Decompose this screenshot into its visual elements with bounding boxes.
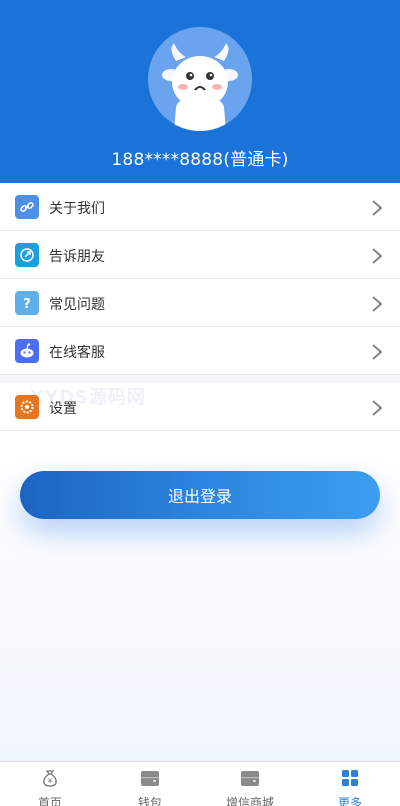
grid-icon — [342, 770, 358, 786]
chevron-right-icon — [372, 400, 383, 416]
menu-item-online-support[interactable]: 在线客服 — [0, 327, 400, 375]
tab-credit-store[interactable]: 增信商城 — [200, 762, 300, 806]
share-icon — [15, 243, 39, 267]
svg-text:¥: ¥ — [48, 777, 53, 785]
menu-item-faq[interactable]: ? 常见问题 — [0, 279, 400, 327]
wallet-icon — [141, 771, 159, 786]
phone-card-label: 188****8888(普通卡) — [111, 150, 289, 170]
tab-label: 增信商城 — [225, 796, 274, 806]
money-bag-icon: ¥ — [43, 770, 57, 787]
store-icon — [241, 771, 259, 786]
question-icon: ? — [15, 291, 39, 315]
watermark: XYDS源码网 — [30, 387, 146, 408]
chevron-right-icon — [372, 248, 383, 264]
menu-item-label: 告诉朋友 — [49, 249, 105, 265]
tab-home[interactable]: ¥ 首页 — [0, 762, 100, 806]
profile-header: 188****8888(普通卡) — [0, 0, 400, 183]
bottom-tab-bar: ¥ 首页 钱包 增信商城 更多 — [0, 761, 400, 806]
tab-label: 首页 — [37, 796, 62, 806]
section-divider — [0, 375, 400, 383]
menu-item-tell-friends[interactable]: 告诉朋友 — [0, 231, 400, 279]
tab-label: 钱包 — [137, 796, 162, 806]
chevron-right-icon — [372, 296, 383, 312]
cow-mascot-icon — [148, 27, 252, 131]
menu-item-label: 在线客服 — [49, 345, 105, 361]
menu-item-label: 关于我们 — [49, 201, 105, 217]
support-robot-icon — [15, 339, 39, 363]
tab-label: 更多 — [337, 796, 362, 806]
menu-item-label: 常见问题 — [49, 297, 105, 313]
chevron-right-icon — [372, 344, 383, 360]
menu-item-about-us[interactable]: 关于我们 — [0, 183, 400, 231]
logout-button[interactable]: 退出登录 — [20, 471, 380, 519]
tab-more[interactable]: 更多 — [300, 762, 400, 806]
link-icon — [15, 195, 39, 219]
tab-wallet[interactable]: 钱包 — [100, 762, 200, 806]
avatar[interactable] — [148, 27, 252, 131]
chevron-right-icon — [372, 200, 383, 216]
svg-text:?: ? — [23, 297, 31, 311]
